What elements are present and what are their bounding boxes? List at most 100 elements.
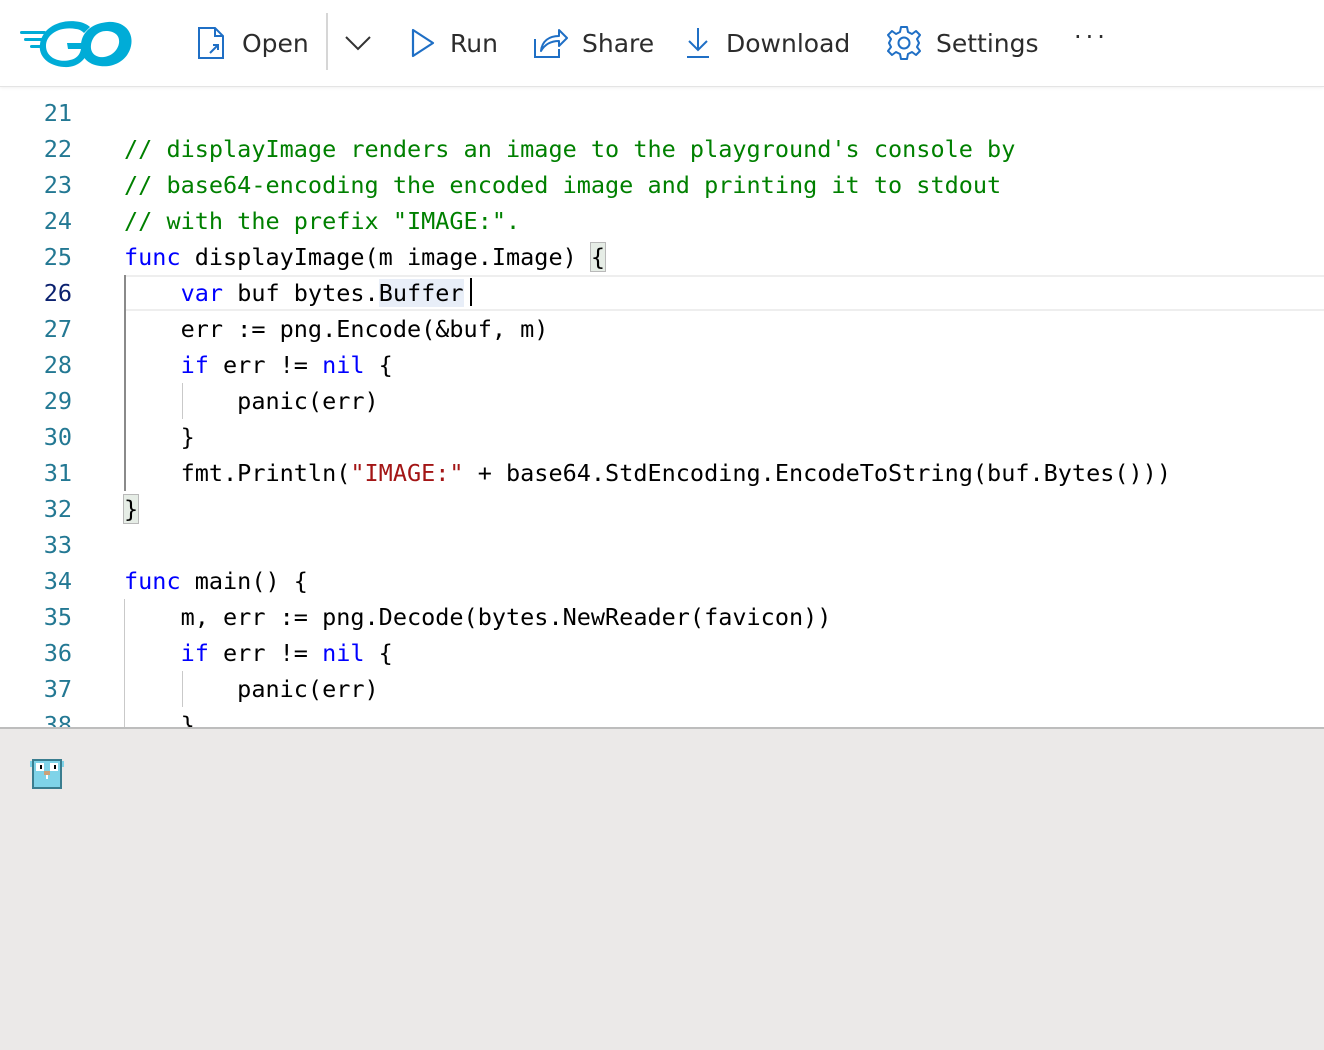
toolbar: Open Run Share Download Settings ··· <box>0 0 1324 87</box>
code-token: if <box>180 639 209 667</box>
download-label: Download <box>726 28 851 58</box>
share-label: Share <box>582 28 655 58</box>
code-token: "IMAGE:" <box>350 459 464 487</box>
code-token: // with the prefix "IMAGE:". <box>124 207 521 235</box>
run-button[interactable]: Run <box>410 20 498 66</box>
line-code: if err != nil { <box>124 635 393 671</box>
code-line[interactable]: 35 m, err := png.Decode(bytes.NewReader(… <box>0 599 1324 635</box>
line-number: 38 <box>43 711 72 727</box>
open-dropdown-button[interactable] <box>344 20 372 66</box>
run-label: Run <box>450 28 498 58</box>
code-line[interactable]: 36 if err != nil { <box>0 635 1324 671</box>
line-number: 21 <box>43 99 72 127</box>
code-token: nil <box>322 639 365 667</box>
download-button[interactable]: Download <box>684 20 850 66</box>
code-line[interactable]: 26 var buf bytes.Buffer <box>0 275 1324 311</box>
code-token: // displayImage renders an image to the … <box>124 135 1016 163</box>
line-code: // base64-encoding the encoded image and… <box>124 167 1001 203</box>
code-token: } <box>122 494 140 524</box>
output-panel <box>0 727 1324 1050</box>
code-editor[interactable]: , 2122// displayImage renders an image t… <box>0 87 1324 727</box>
line-number: 37 <box>43 675 72 703</box>
code-token: Buffer <box>378 279 464 307</box>
line-code: m, err := png.Decode(bytes.NewReader(fav… <box>124 599 832 635</box>
more-button[interactable]: ··· <box>1074 20 1109 66</box>
settings-button[interactable]: Settings <box>886 20 1039 66</box>
code-token: nil <box>322 351 365 379</box>
code-token: m, err := png.Decode(bytes.NewReader(fav… <box>124 603 832 631</box>
code-token: } <box>124 711 195 727</box>
chevron-down-icon <box>345 36 371 51</box>
line-number: 25 <box>43 243 72 271</box>
indent-guide <box>182 383 183 419</box>
line-number: 36 <box>43 639 72 667</box>
line-number: 32 <box>43 495 72 523</box>
code-token: if <box>180 351 209 379</box>
code-token: } <box>124 423 195 451</box>
line-number: 24 <box>43 207 72 235</box>
settings-label: Settings <box>936 28 1039 58</box>
line-number: 28 <box>43 351 72 379</box>
share-button[interactable]: Share <box>532 20 654 66</box>
code-token: func <box>124 243 181 271</box>
code-line[interactable]: 32} <box>0 491 1324 527</box>
code-line[interactable]: 22 // displayImage renders an image to th… <box>0 131 1324 167</box>
code-line[interactable]: 38 } <box>0 707 1324 727</box>
line-code: func main() { <box>124 563 308 599</box>
code-token: err != <box>208 351 323 379</box>
code-token: { <box>589 242 607 272</box>
code-line[interactable]: 30 } <box>0 419 1324 455</box>
line-code: err := png.Encode(&buf, m) <box>124 311 549 347</box>
indent-guide <box>124 275 126 491</box>
line-code: fmt.Println("IMAGE:" + base64.StdEncodin… <box>124 455 1171 491</box>
code-token: { <box>364 639 393 667</box>
line-number: 31 <box>43 459 72 487</box>
line-number: 33 <box>43 531 72 559</box>
code-token: err != <box>208 639 323 667</box>
code-line[interactable]: 23 // base64-encoding the encoded image a… <box>0 167 1324 203</box>
open-label: Open <box>242 28 309 58</box>
code-token: { <box>364 351 393 379</box>
line-code: panic(err) <box>124 671 379 707</box>
text-cursor <box>470 278 472 306</box>
indent-guide <box>182 671 183 707</box>
go-logo-icon <box>20 21 132 68</box>
code-token: displayImage(m image.Image) <box>180 243 591 271</box>
line-number: 22 <box>43 135 72 163</box>
code-line[interactable]: 37 panic(err) <box>0 671 1324 707</box>
gopher-icon <box>30 757 64 793</box>
line-number: 30 <box>43 423 72 451</box>
code-line[interactable]: 33 <box>0 527 1324 563</box>
open-button[interactable]: Open <box>196 20 309 66</box>
indent-guide <box>124 599 125 727</box>
line-number: 35 <box>43 603 72 631</box>
line-number: 29 <box>43 387 72 415</box>
code-token: panic(err) <box>124 675 379 703</box>
code-token: panic(err) <box>124 387 379 415</box>
code-line[interactable]: 24 // with the prefix "IMAGE:". <box>0 203 1324 239</box>
code-line[interactable]: 25 func displayImage(m image.Image) { <box>0 239 1324 275</box>
code-line[interactable]: 34 func main() { <box>0 563 1324 599</box>
line-code: } <box>124 707 195 727</box>
code-line[interactable]: 29 panic(err) <box>0 383 1324 419</box>
code-token: err := png.Encode(&buf, m) <box>124 315 549 343</box>
code-line[interactable]: 31 fmt.Println("IMAGE:" + base64.StdEnco… <box>0 455 1324 491</box>
line-code: panic(err) <box>124 383 379 419</box>
download-icon <box>687 28 709 58</box>
line-code: if err != nil { <box>124 347 393 383</box>
more-icon: ··· <box>1074 23 1109 51</box>
line-number: 23 <box>43 171 72 199</box>
line-code: // with the prefix "IMAGE:". <box>124 203 520 239</box>
go-logo[interactable] <box>18 18 134 68</box>
code-token: fmt.Println( <box>124 459 351 487</box>
code-token: buf bytes. <box>223 279 379 307</box>
code-line[interactable]: 28 if err != nil { <box>0 347 1324 383</box>
code-line[interactable]: 27 err := png.Encode(&buf, m) <box>0 311 1324 347</box>
code-token: main() { <box>180 567 308 595</box>
code-line[interactable]: 21 <box>0 95 1324 131</box>
line-code: } <box>122 491 140 527</box>
line-number: 34 <box>43 567 72 595</box>
line-number: 26 <box>43 279 72 307</box>
